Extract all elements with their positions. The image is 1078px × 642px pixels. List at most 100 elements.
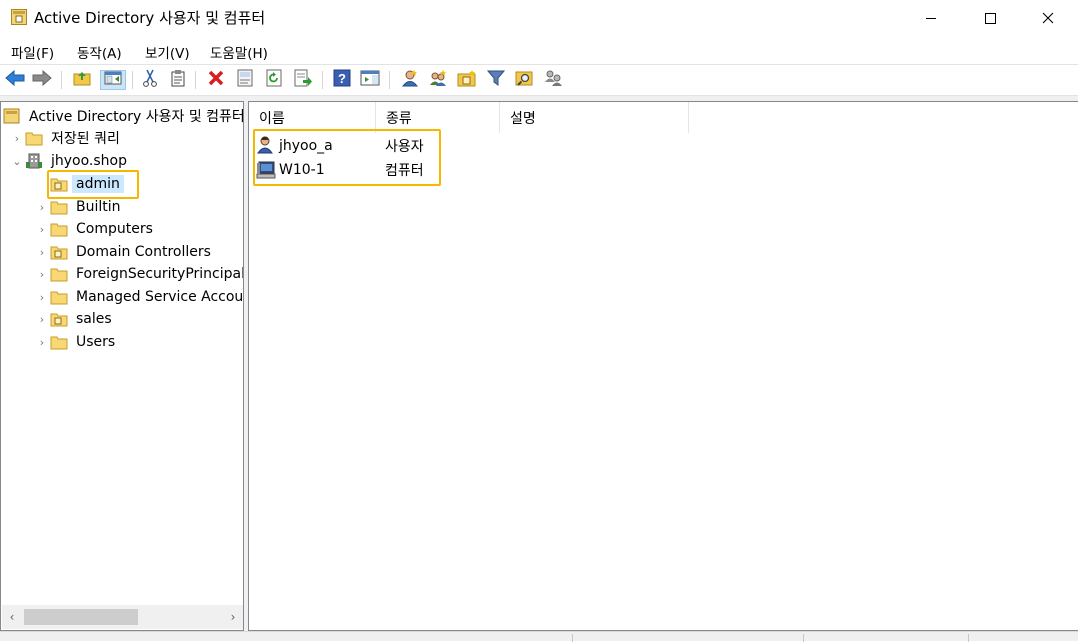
scrollbar-thumb[interactable] [24,609,138,625]
delete-button[interactable] [206,70,226,90]
export-list-button[interactable] [293,69,313,90]
cut-icon [142,69,158,91]
list-item-type: 사용자 [385,138,424,155]
find-icon [515,69,535,91]
tree-item-domain-controllers[interactable]: › Domain Controllers [34,241,215,263]
scroll-right-arrow-icon[interactable]: › [223,605,243,629]
cut-button[interactable] [140,69,160,91]
organizational-unit-icon [50,244,68,260]
expand-arrow-icon[interactable]: › [34,218,50,240]
maximize-button[interactable] [967,0,1013,35]
tree-item-domain[interactable]: ⌄ jhyoo.shop [9,150,131,172]
folder-icon [50,289,68,305]
window-title: Active Directory 사용자 및 컴퓨터 [34,9,266,27]
column-header-name[interactable]: 이름 [249,102,376,133]
help-button[interactable]: ? [332,69,352,91]
back-button[interactable] [5,69,25,90]
minimize-button[interactable] [908,0,954,35]
tree-item-admin[interactable]: admin [34,173,124,195]
list-item-type: 컴퓨터 [385,162,424,179]
tree-item-users[interactable]: › Users [34,331,119,353]
column-header-description[interactable]: 설명 [500,102,689,133]
tree-item-label: Managed Service Accour [76,289,244,305]
svg-text:?: ? [338,71,346,86]
up-folder-icon [73,70,91,90]
menu-bar: 파일(F) 동작(A) 보기(V) 도움말(H) [0,35,1078,65]
organizational-unit-icon [50,311,68,327]
new-user-button[interactable] [400,70,420,90]
close-icon [1042,12,1054,24]
refresh-icon [265,69,283,91]
list-item-name: jhyoo_a [279,137,333,154]
forward-arrow-icon [32,69,52,90]
maximize-icon [984,12,996,24]
filter-icon [486,69,506,91]
expand-arrow-icon[interactable]: › [34,331,50,353]
tree-item-label: 저장된 쿼리 [51,131,120,147]
new-user-icon [401,69,419,91]
close-button[interactable] [1025,0,1071,35]
show-hide-console-tree-button[interactable] [100,70,126,90]
column-header-type[interactable]: 종류 [376,102,500,133]
expand-arrow-icon[interactable]: › [9,127,25,149]
toolbar: ? [0,65,1078,95]
new-ou-button[interactable] [457,70,477,90]
refresh-button[interactable] [264,69,284,91]
delete-icon [207,69,225,91]
column-header-label: 설명 [510,110,536,127]
tree-item-sales[interactable]: › sales [34,308,116,330]
expand-arrow-icon[interactable]: › [34,263,50,285]
expand-arrow-icon[interactable]: › [34,241,50,263]
show-action-pane-button[interactable] [360,70,380,90]
folder-icon [50,266,68,282]
toolbar-separator [61,71,62,89]
properties-button[interactable] [235,69,255,91]
tree-item-saved-queries[interactable]: › 저장된 쿼리 [9,127,124,149]
filter-button[interactable] [486,70,506,90]
menu-help[interactable]: 도움말(H) [210,42,268,62]
menu-file[interactable]: 파일(F) [11,42,54,62]
find-button[interactable] [515,70,535,90]
tree-item-computers[interactable]: › Computers [34,218,157,240]
tree-item-foreign-security-principals[interactable]: › ForeignSecurityPrincipals [34,263,244,285]
tree-item-root[interactable]: Active Directory 사용자 및 컴퓨터 [3,105,244,127]
tree-item-label: ForeignSecurityPrincipals [76,266,244,282]
new-ou-icon [457,69,477,91]
toolbar-separator [132,71,133,89]
expand-arrow-icon[interactable]: › [34,196,50,218]
properties-icon [236,69,254,91]
menu-action[interactable]: 동작(A) [77,42,122,62]
tree-item-label: Domain Controllers [76,244,211,260]
toolbar-separator [322,71,323,89]
list-item-name: W10-1 [279,161,325,178]
ad-users-computers-icon [3,108,21,124]
tree-item-label: Users [76,334,116,350]
up-one-level-button[interactable] [72,70,92,90]
show-hide-console-tree-icon [104,70,122,90]
horizontal-scrollbar[interactable]: ‹ › [2,605,243,629]
new-group-button[interactable] [428,70,448,90]
copy-button[interactable] [168,70,188,90]
tree-item-label: jhyoo.shop [51,153,128,169]
expand-arrow-icon[interactable]: › [34,286,50,308]
list-item[interactable]: W10-1 컴퓨터 [249,158,689,181]
domain-icon [25,153,43,169]
expand-arrow-icon[interactable]: › [34,308,50,330]
scroll-left-arrow-icon[interactable]: ‹ [2,605,22,629]
column-header-label: 이름 [259,110,285,127]
add-to-group-button[interactable] [544,70,564,90]
forward-button[interactable] [32,69,52,90]
tree-item-label: Active Directory 사용자 및 컴퓨터 [29,109,244,125]
folder-icon [50,334,68,350]
collapse-arrow-icon[interactable]: ⌄ [9,150,25,172]
tree-item-builtin[interactable]: › Builtin [34,196,125,218]
help-icon: ? [333,69,351,91]
user-icon [257,136,275,154]
tree-item-managed-service-accounts[interactable]: › Managed Service Accour [34,286,244,308]
organizational-unit-icon [50,176,68,192]
folder-icon [25,130,43,146]
menu-view[interactable]: 보기(V) [145,42,190,62]
computer-icon [256,161,276,179]
list-item[interactable]: jhyoo_a 사용자 [249,134,689,157]
column-header-label: 종류 [386,110,412,127]
